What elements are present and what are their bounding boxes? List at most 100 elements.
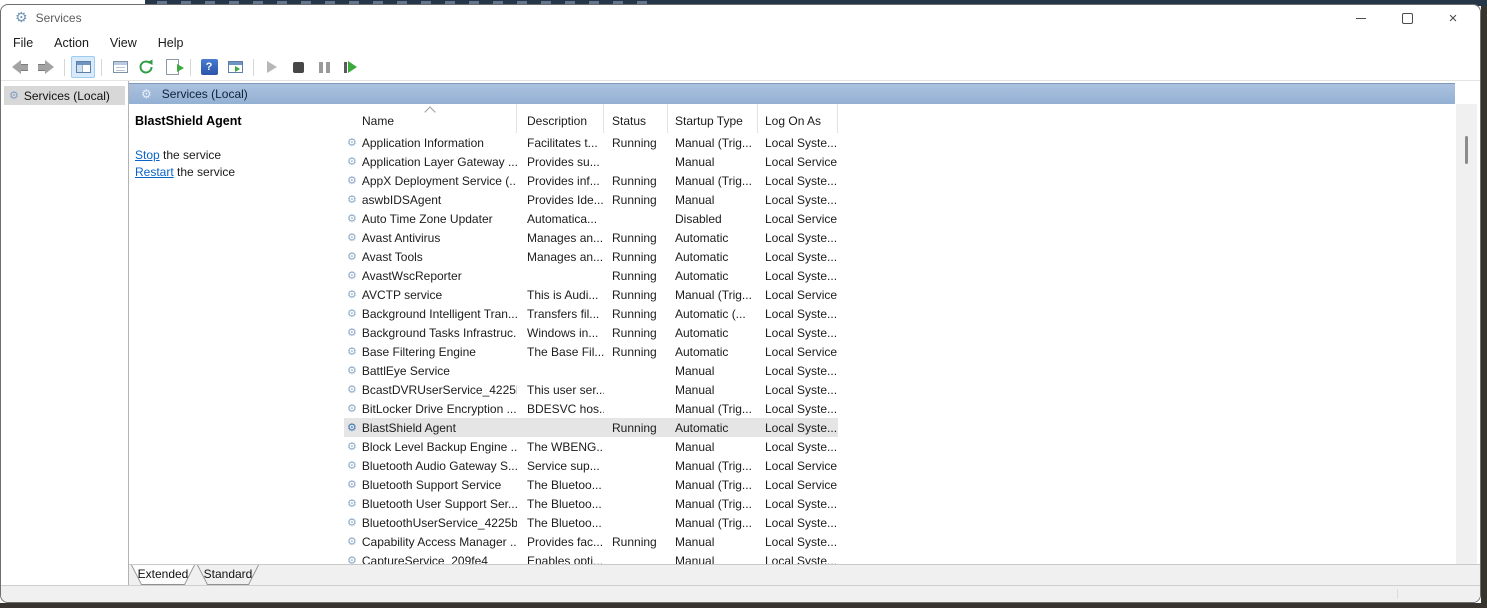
cell-log-on-as: Local Syste...	[758, 307, 838, 321]
tree-item-services-local[interactable]: ⚙ Services (Local)	[4, 86, 125, 105]
service-name-text: AppX Deployment Service (...	[362, 174, 517, 188]
cell-name: ⚙ Base Filtering Engine	[344, 345, 517, 359]
table-row[interactable]: ⚙ Application Information Facilitates t.…	[344, 133, 838, 152]
service-gear-icon: ⚙	[347, 555, 357, 564]
back-button[interactable]	[8, 56, 32, 78]
action-pane-icon	[228, 61, 243, 73]
cell-name: ⚙ Application Information	[344, 136, 517, 150]
cell-status: Running	[604, 250, 668, 264]
cell-name: ⚙ AVCTP service	[344, 288, 517, 302]
pause-service-icon	[319, 62, 330, 73]
cell-log-on-as: Local Syste...	[758, 535, 838, 549]
cell-log-on-as: Local Syste...	[758, 516, 838, 530]
table-row[interactable]: ⚙ aswbIDSAgent Provides Ide... Running M…	[344, 190, 838, 209]
table-row[interactable]: ⚙ Application Layer Gateway ... Provides…	[344, 152, 838, 171]
table-row[interactable]: ⚙ CaptureService_209fe4 Enables opti... …	[344, 551, 838, 564]
view-tab-bar: Extended Standard	[129, 565, 1480, 587]
cell-name: ⚙ BattlEye Service	[344, 364, 517, 378]
table-row[interactable]: ⚙ BlastShield Agent Running Automatic Lo…	[344, 418, 838, 437]
pane-header: ⚙ Services (Local)	[129, 83, 1455, 104]
cell-status: Running	[604, 345, 668, 359]
table-row[interactable]: ⚙ Capability Access Manager ... Provides…	[344, 532, 838, 551]
table-row[interactable]: ⚙ Bluetooth Audio Gateway S... Service s…	[344, 456, 838, 475]
table-row[interactable]: ⚙ AppX Deployment Service (... Provides …	[344, 171, 838, 190]
table-row[interactable]: ⚙ Bluetooth Support Service The Bluetoo.…	[344, 475, 838, 494]
service-gear-icon: ⚙	[347, 479, 357, 490]
show-console-tree-button[interactable]	[71, 56, 95, 78]
stop-service-link[interactable]: Stop	[135, 148, 160, 162]
pause-service-button[interactable]	[312, 56, 336, 78]
cell-name: ⚙ BlastShield Agent	[344, 421, 517, 435]
column-header-log-on-as[interactable]: Log On As	[758, 104, 838, 133]
cell-startup-type: Manual	[668, 535, 758, 549]
properties-button[interactable]	[108, 56, 132, 78]
table-row[interactable]: ⚙ AvastWscReporter Running Automatic Loc…	[344, 266, 838, 285]
cell-status: Running	[604, 288, 668, 302]
service-gear-icon: ⚙	[347, 137, 357, 148]
restart-service-link[interactable]: Restart	[135, 165, 174, 179]
cell-description: Provides su...	[517, 155, 604, 169]
close-button[interactable]: ×	[1430, 5, 1476, 31]
service-name-text: BluetoothUserService_4225b	[362, 516, 517, 530]
cell-log-on-as: Local Syste...	[758, 250, 838, 264]
cell-description: Transfers fil...	[517, 307, 604, 321]
cell-name: ⚙ AvastWscReporter	[344, 269, 517, 283]
cell-name: ⚙ Background Intelligent Tran...	[344, 307, 517, 321]
restart-service-button[interactable]	[338, 56, 362, 78]
cell-description: Provides fac...	[517, 535, 604, 549]
table-row[interactable]: ⚙ Base Filtering Engine The Base Fil... …	[344, 342, 838, 361]
service-gear-icon: ⚙	[347, 327, 357, 338]
service-name-text: BlastShield Agent	[362, 421, 456, 435]
refresh-button[interactable]	[134, 56, 158, 78]
table-row[interactable]: ⚙ Background Tasks Infrastruc... Windows…	[344, 323, 838, 342]
table-row[interactable]: ⚙ Background Intelligent Tran... Transfe…	[344, 304, 838, 323]
table-row[interactable]: ⚙ Avast Tools Manages an... Running Auto…	[344, 247, 838, 266]
background-window-edge	[1481, 0, 1487, 608]
column-header-description[interactable]: Description	[517, 104, 604, 133]
cell-log-on-as: Local Syste...	[758, 269, 838, 283]
minimize-button[interactable]	[1338, 5, 1384, 31]
scrollbar-thumb[interactable]	[1465, 136, 1468, 164]
table-row[interactable]: ⚙ AVCTP service This is Audi... Running …	[344, 285, 838, 304]
menu-view[interactable]: View	[110, 36, 137, 50]
maximize-button[interactable]	[1384, 5, 1430, 31]
start-service-button[interactable]	[260, 56, 284, 78]
table-row[interactable]: ⚙ Avast Antivirus Manages an... Running …	[344, 228, 838, 247]
service-gear-icon: ⚙	[347, 194, 357, 205]
cell-description: This user ser...	[517, 383, 604, 397]
table-row[interactable]: ⚙ Block Level Backup Engine ... The WBEN…	[344, 437, 838, 456]
export-list-button[interactable]	[160, 56, 184, 78]
column-header-status[interactable]: Status	[604, 104, 668, 133]
service-gear-icon: ⚙	[347, 498, 357, 509]
table-row[interactable]: ⚙ Auto Time Zone Updater Automatica... D…	[344, 209, 838, 228]
cell-startup-type: Manual	[668, 554, 758, 565]
menu-help[interactable]: Help	[158, 36, 184, 50]
help-button[interactable]: ?	[197, 56, 221, 78]
table-row[interactable]: ⚙ BluetoothUserService_4225b The Bluetoo…	[344, 513, 838, 532]
tab-extended[interactable]: Extended	[131, 565, 195, 585]
help-icon: ?	[201, 59, 218, 75]
service-name-text: BcastDVRUserService_4225b	[362, 383, 517, 397]
stop-service-button[interactable]	[286, 56, 310, 78]
cell-status: Running	[604, 307, 668, 321]
table-row[interactable]: ⚙ BattlEye Service Manual Local Syste...	[344, 361, 838, 380]
cell-log-on-as: Local Service	[758, 212, 838, 226]
menu-action[interactable]: Action	[54, 36, 89, 50]
cell-startup-type: Automatic	[668, 421, 758, 435]
menu-file[interactable]: File	[13, 36, 33, 50]
column-header-startup-type[interactable]: Startup Type	[668, 104, 758, 133]
show-action-pane-button[interactable]	[223, 56, 247, 78]
table-row[interactable]: ⚙ BcastDVRUserService_4225b This user se…	[344, 380, 838, 399]
console-tree-panel: ⚙ Services (Local)	[1, 81, 129, 585]
cell-log-on-as: Local Syste...	[758, 193, 838, 207]
service-action-links: Stop the service Restart the service	[135, 147, 344, 181]
vertical-scrollbar[interactable]	[1456, 104, 1477, 564]
tab-standard[interactable]: Standard	[197, 565, 259, 585]
table-row[interactable]: ⚙ Bluetooth User Support Ser... The Blue…	[344, 494, 838, 513]
forward-button[interactable]	[34, 56, 58, 78]
cell-description: Manages an...	[517, 250, 604, 264]
cell-startup-type: Manual (Trig...	[668, 288, 758, 302]
list-header: Name Description Status Startup Type Log…	[344, 104, 1455, 133]
table-row[interactable]: ⚙ BitLocker Drive Encryption ... BDESVC …	[344, 399, 838, 418]
service-name-text: BitLocker Drive Encryption ...	[362, 402, 517, 416]
